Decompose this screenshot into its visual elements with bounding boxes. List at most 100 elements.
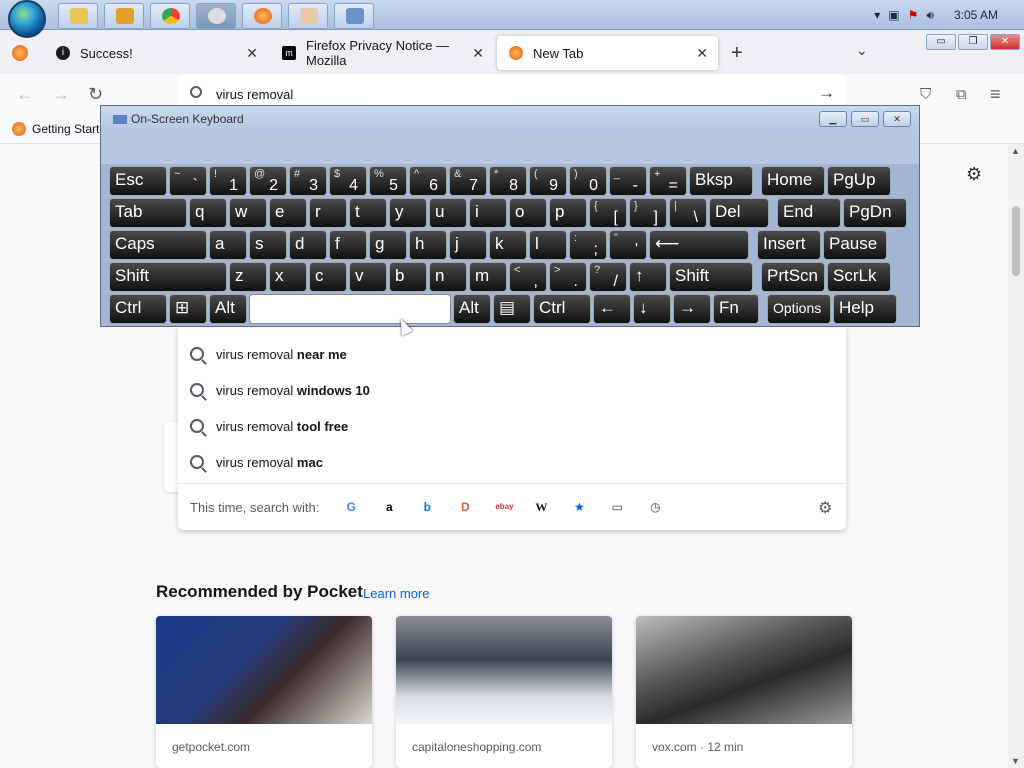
minimize-button[interactable]: ▭	[926, 34, 956, 50]
osk-key-space[interactable]	[249, 294, 451, 324]
osk-key-0[interactable]: ) 0	[569, 166, 607, 196]
pocket-card[interactable]: capitaloneshopping.com	[396, 616, 612, 768]
osk-key-d[interactable]: d	[289, 230, 327, 260]
osk-key-sym[interactable]: ~ `	[169, 166, 207, 196]
osk-key-t[interactable]: t	[349, 198, 387, 228]
pocket-card[interactable]: getpocket.com	[156, 616, 372, 768]
osk-key-5[interactable]: % 5	[369, 166, 407, 196]
osk-minimize-button[interactable]: ▁	[819, 111, 847, 127]
bookmarks-star-icon[interactable]: ★	[571, 499, 587, 515]
close-tab-icon[interactable]: ✕	[696, 45, 708, 62]
new-tab-icon[interactable]: +	[731, 42, 743, 65]
search-settings-gear-icon[interactable]: ⚙	[818, 498, 832, 518]
ebay-icon[interactable]: ebay	[495, 499, 513, 515]
history-icon[interactable]: ◷	[647, 499, 663, 515]
osk-key-x[interactable]: x	[269, 262, 307, 292]
osk-key-sym[interactable]: ? /	[589, 262, 627, 292]
menu-icon[interactable]: ≡	[990, 84, 1001, 105]
osk-key-z[interactable]: z	[229, 262, 267, 292]
osk-key-sym[interactable]: ▤	[493, 294, 531, 324]
osk-key-k[interactable]: k	[489, 230, 527, 260]
volume-icon[interactable]: 🔊︎	[926, 8, 934, 23]
learn-more-link[interactable]: Learn more	[363, 586, 429, 601]
osk-key-shift[interactable]: Shift	[109, 262, 227, 292]
suggestion-item[interactable]: virus removal windows 10	[178, 372, 846, 408]
tray-chevron-icon[interactable]: ▾	[874, 8, 880, 22]
clock[interactable]: 3:05 AM	[954, 8, 998, 22]
osk-key-scrlk[interactable]: ScrLk	[827, 262, 891, 292]
osk-key-sym[interactable]: {[	[589, 198, 627, 228]
flag-icon[interactable]: ⚑	[908, 8, 919, 22]
tabs-icon[interactable]: ▭	[609, 499, 625, 515]
osk-key-del[interactable]: Del	[709, 198, 769, 228]
osk-key-v[interactable]: v	[349, 262, 387, 292]
back-icon[interactable]: ←	[16, 84, 34, 105]
suggestion-item[interactable]: virus removal near me	[178, 336, 846, 372]
osk-key-caps[interactable]: Caps	[109, 230, 207, 260]
osk-key-sym[interactable]: " '	[609, 230, 647, 260]
osk-key-pgdn[interactable]: PgDn	[843, 198, 907, 228]
osk-key-9[interactable]: (9	[529, 166, 567, 196]
osk-key-s[interactable]: s	[249, 230, 287, 260]
osk-key-m[interactable]: m	[469, 262, 507, 292]
osk-key-y[interactable]: y	[389, 198, 427, 228]
osk-key-sym[interactable]: <,	[509, 262, 547, 292]
address-input[interactable]: virus removal	[216, 87, 293, 102]
osk-key-ctrl[interactable]: Ctrl	[109, 294, 167, 324]
restore-button[interactable]: ❐	[958, 34, 988, 50]
osk-key-bksp[interactable]: Bksp	[689, 166, 753, 196]
osk-close-button[interactable]: ✕	[883, 111, 911, 127]
taskbar-app-button[interactable]	[196, 3, 236, 29]
list-tabs-icon[interactable]: ⌄	[856, 42, 868, 59]
wikipedia-icon[interactable]: W	[533, 499, 549, 515]
osk-key-o[interactable]: o	[509, 198, 547, 228]
osk-key-sym[interactable]: >.	[549, 262, 587, 292]
osk-key-p[interactable]: p	[549, 198, 587, 228]
osk-key-ctrl[interactable]: Ctrl	[533, 294, 591, 324]
osk-key-end[interactable]: End	[777, 198, 841, 228]
osk-key-g[interactable]: g	[369, 230, 407, 260]
scroll-down-icon[interactable]: ▼	[1011, 756, 1020, 766]
osk-key-pause[interactable]: Pause	[823, 230, 887, 260]
close-tab-icon[interactable]: ✕	[246, 45, 258, 62]
osk-key-sym[interactable]: →	[673, 294, 711, 324]
suggestion-item[interactable]: virus removal tool free	[178, 408, 846, 444]
osk-key-w[interactable]: w	[229, 198, 267, 228]
osk-key-h[interactable]: h	[409, 230, 447, 260]
tab-privacy[interactable]: m Firefox Privacy Notice — Mozilla ✕	[270, 36, 494, 70]
settings-gear-icon[interactable]: ⚙	[966, 164, 982, 185]
osk-restore-button[interactable]: ▭	[851, 111, 879, 127]
osk-key-sym[interactable]: ↓	[633, 294, 671, 324]
pocket-icon[interactable]: ⛉	[920, 86, 931, 103]
osk-key-e[interactable]: e	[269, 198, 307, 228]
taskbar-app2-button[interactable]	[288, 3, 328, 29]
osk-key-shift[interactable]: Shift	[669, 262, 753, 292]
osk-key-home[interactable]: Home	[761, 166, 825, 196]
osk-key-esc[interactable]: Esc	[109, 166, 167, 196]
osk-key-sym[interactable]: ↑	[629, 262, 667, 292]
osk-key-sym[interactable]: ⟵	[649, 230, 749, 260]
osk-key-1[interactable]: ! 1	[209, 166, 247, 196]
suggestion-item[interactable]: virus removal mac	[178, 444, 846, 480]
osk-key-sym[interactable]: :;	[569, 230, 607, 260]
firefox-view-icon[interactable]	[12, 45, 28, 61]
osk-key-sym[interactable]: | \	[669, 198, 707, 228]
osk-key-q[interactable]: q	[189, 198, 227, 228]
duckduckgo-icon[interactable]: D	[457, 499, 473, 515]
taskbar-firefox-button[interactable]	[242, 3, 282, 29]
pocket-card[interactable]: vox.com · 12 min	[636, 616, 852, 768]
osk-key-4[interactable]: $4	[329, 166, 367, 196]
osk-key-8[interactable]: * 8	[489, 166, 527, 196]
osk-key-a[interactable]: a	[209, 230, 247, 260]
amazon-icon[interactable]: a	[381, 499, 397, 515]
close-tab-icon[interactable]: ✕	[472, 45, 484, 62]
osk-key-j[interactable]: j	[449, 230, 487, 260]
osk-key-sym[interactable]: + =	[649, 166, 687, 196]
bing-icon[interactable]: b	[419, 499, 435, 515]
osk-key-3[interactable]: #3	[289, 166, 327, 196]
osk-key-fn[interactable]: Fn	[713, 294, 759, 324]
reload-icon[interactable]: ↻	[88, 84, 103, 105]
osk-key-n[interactable]: n	[429, 262, 467, 292]
osk-key-u[interactable]: u	[429, 198, 467, 228]
tab-new-tab[interactable]: New Tab ✕	[497, 36, 718, 70]
